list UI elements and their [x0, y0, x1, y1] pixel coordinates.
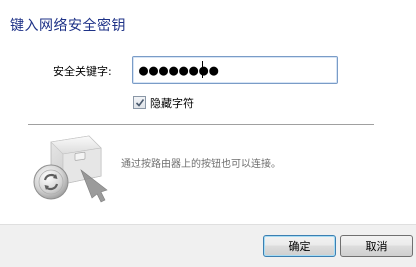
ok-button[interactable]: 确定 [263, 235, 336, 257]
hide-characters-label: 隐藏字符 [150, 96, 194, 110]
network-security-key-dialog: 键入网络安全密钥 安全关键字: 隐藏字符 [0, 0, 416, 267]
security-key-input[interactable] [132, 56, 338, 84]
security-key-label: 安全关键字: [53, 65, 112, 78]
router-button-hint: 通过按路由器上的按钮也可以连接。 [121, 159, 281, 170]
dialog-title: 键入网络安全密钥 [10, 18, 126, 34]
cancel-button[interactable]: 取消 [340, 235, 413, 257]
router-wps-icon [33, 135, 108, 203]
text-caret [202, 61, 203, 78]
divider [28, 124, 374, 125]
hide-characters-checkbox[interactable] [133, 96, 146, 109]
hide-characters-option[interactable]: 隐藏字符 [133, 95, 194, 110]
checkmark-icon [135, 99, 145, 107]
